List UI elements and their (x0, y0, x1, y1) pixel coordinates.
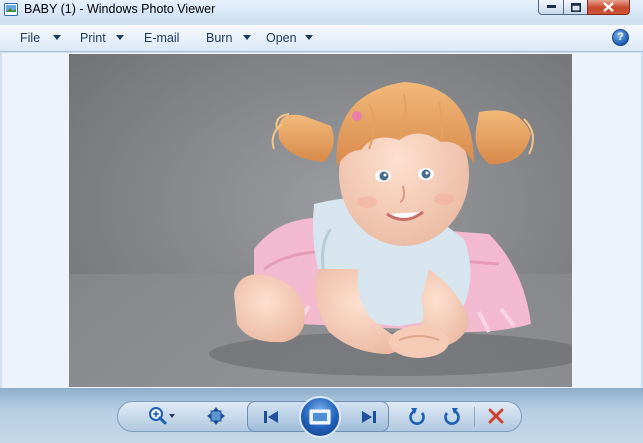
command-bar: File Print E-mail Burn Open ? (0, 25, 643, 52)
rotate-counterclockwise-button[interactable] (406, 405, 430, 427)
separator (474, 407, 475, 427)
close-icon (603, 2, 614, 12)
playback-control-bar (0, 388, 643, 443)
delete-button[interactable] (484, 406, 508, 426)
actual-size-icon (207, 407, 225, 425)
file-dropdown-arrow-icon[interactable] (53, 35, 61, 40)
maximize-button[interactable] (563, 0, 588, 15)
open-dropdown-arrow-icon[interactable] (305, 35, 313, 40)
next-button[interactable] (356, 407, 382, 427)
rotate-clockwise-button[interactable] (439, 405, 463, 427)
photo-illustration (69, 54, 572, 387)
rotate-clockwise-icon (444, 408, 460, 425)
delete-icon (488, 408, 504, 424)
title-bar[interactable]: BABY (1) - Windows Photo Viewer (0, 0, 643, 20)
photo-viewer-icon (4, 3, 18, 16)
close-button[interactable] (587, 0, 630, 15)
actual-size-button[interactable] (204, 406, 228, 426)
menu-open[interactable]: Open (266, 31, 297, 45)
image-viewport[interactable] (2, 53, 641, 388)
burn-dropdown-arrow-icon[interactable] (243, 35, 251, 40)
previous-button[interactable] (258, 407, 284, 427)
print-dropdown-arrow-icon[interactable] (116, 35, 124, 40)
previous-icon (264, 411, 278, 423)
zoom-icon (149, 407, 175, 425)
minimize-button[interactable] (538, 0, 564, 15)
menu-file[interactable]: File (20, 31, 40, 45)
slideshow-button[interactable] (299, 396, 341, 438)
help-icon[interactable]: ? (612, 29, 629, 46)
minimize-icon (546, 5, 556, 8)
menu-email[interactable]: E-mail (144, 31, 179, 45)
rotate-counterclockwise-icon (409, 408, 425, 425)
window-title: BABY (1) - Windows Photo Viewer (24, 2, 216, 16)
maximize-icon (570, 2, 581, 12)
photo-toddler-girl-lying-on-floor (69, 54, 572, 387)
menu-burn[interactable]: Burn (206, 31, 232, 45)
menu-print[interactable]: Print (80, 31, 106, 45)
zoom-button[interactable] (145, 405, 179, 427)
next-icon (362, 411, 376, 423)
slideshow-icon (309, 409, 331, 425)
